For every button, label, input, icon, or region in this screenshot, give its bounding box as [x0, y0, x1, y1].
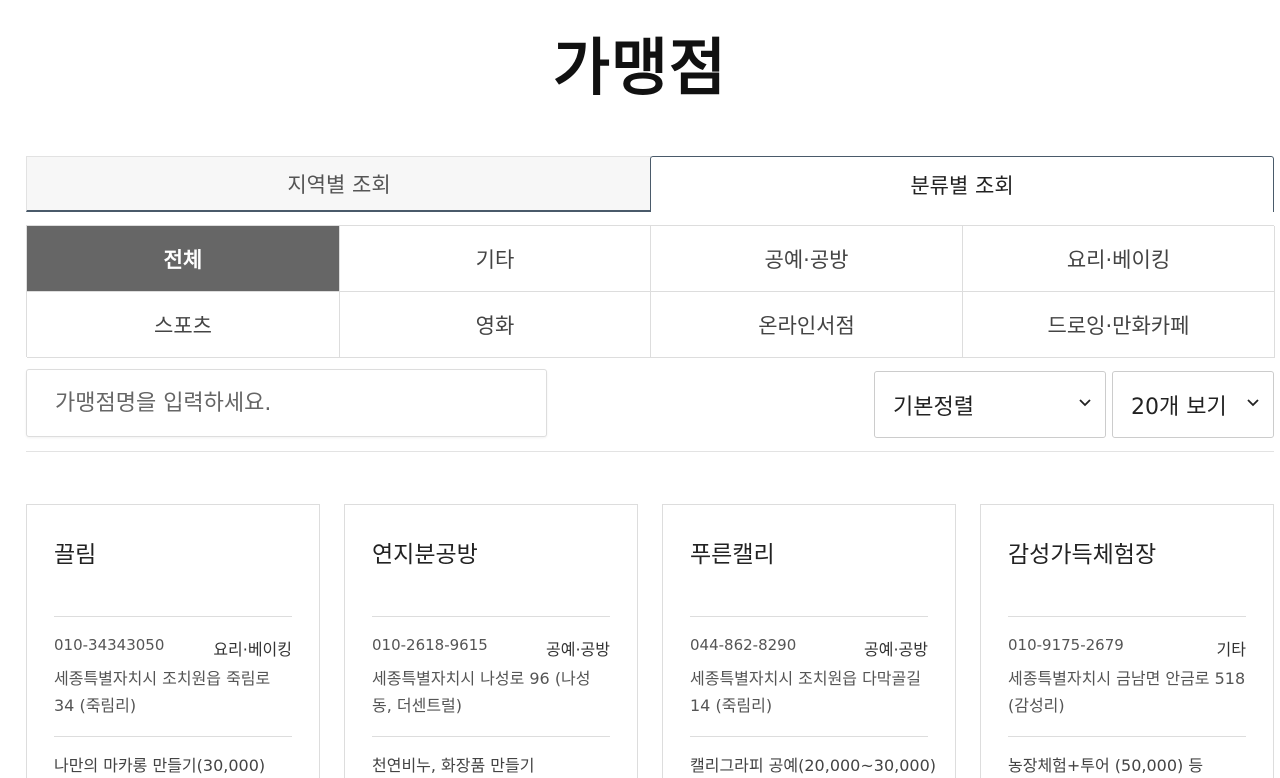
- store-name: 푸른캘리: [690, 542, 775, 568]
- store-name: 연지분공방: [372, 542, 478, 568]
- store-phone: 044-862-8290: [690, 636, 797, 654]
- category-all[interactable]: 전체: [27, 226, 340, 292]
- category-etc[interactable]: 기타: [340, 226, 651, 292]
- store-description: 농장체험+투어 (50,000) 등: [1008, 756, 1204, 775]
- sort-select[interactable]: 기본정렬: [874, 371, 1106, 438]
- card-divider: [54, 736, 292, 737]
- store-card[interactable]: 끌림 010-34343050 요리·베이킹 세종특별자치시 조치원읍 죽림로 …: [26, 504, 320, 778]
- store-category: 공예·공방: [864, 640, 928, 659]
- card-divider: [690, 616, 928, 617]
- store-category: 요리·베이킹: [213, 640, 292, 659]
- page-size-select-value: 20개 보기: [1131, 394, 1227, 420]
- store-description: 캘리그라피 공예(20,000~30,000): [690, 756, 936, 775]
- store-category: 공예·공방: [546, 640, 610, 659]
- card-divider: [372, 616, 610, 617]
- category-sports[interactable]: 스포츠: [27, 292, 340, 358]
- category-drawing-cafe[interactable]: 드로잉·만화카페: [963, 292, 1275, 358]
- store-address: 세종특별자치시 나성로 96 (나성동, 더센트럴): [372, 669, 591, 715]
- store-address: 세종특별자치시 조치원읍 다막골길 14 (죽림리): [690, 669, 921, 715]
- store-address: 세종특별자치시 금남면 안금로 518 (감성리): [1008, 669, 1246, 715]
- chevron-down-icon: [1079, 399, 1091, 407]
- store-phone: 010-2618-9615: [372, 636, 488, 654]
- category-craft[interactable]: 공예·공방: [651, 226, 963, 292]
- category-online-bookstore[interactable]: 온라인서점: [651, 292, 963, 358]
- store-name: 감성가득체험장: [1008, 542, 1157, 568]
- store-card[interactable]: 연지분공방 010-2618-9615 공예·공방 세종특별자치시 나성로 96…: [344, 504, 638, 778]
- view-tabs: 지역별 조회 분류별 조회: [26, 156, 1274, 212]
- store-card[interactable]: 푸른캘리 044-862-8290 공예·공방 세종특별자치시 조치원읍 다막골…: [662, 504, 956, 778]
- store-phone: 010-34343050: [54, 636, 165, 654]
- category-movie[interactable]: 영화: [340, 292, 651, 358]
- chevron-down-icon: [1247, 399, 1259, 407]
- card-divider: [54, 616, 292, 617]
- tab-category[interactable]: 분류별 조회: [650, 156, 1274, 212]
- card-divider: [690, 736, 928, 737]
- store-category: 기타: [1216, 640, 1246, 659]
- store-name: 끌림: [54, 542, 97, 568]
- category-cooking[interactable]: 요리·베이킹: [963, 226, 1275, 292]
- page-size-select[interactable]: 20개 보기: [1112, 371, 1274, 438]
- store-description: 나만의 마카롱 만들기(30,000): [54, 756, 266, 775]
- sort-select-value: 기본정렬: [893, 394, 974, 420]
- card-divider: [372, 736, 610, 737]
- store-phone: 010-9175-2679: [1008, 636, 1124, 654]
- store-address: 세종특별자치시 조치원읍 죽림로 34 (죽림리): [54, 669, 271, 715]
- store-description: 천연비누, 화장품 만들기: [372, 756, 535, 775]
- store-card[interactable]: 감성가득체험장 010-9175-2679 기타 세종특별자치시 금남면 안금로…: [980, 504, 1274, 778]
- divider: [26, 451, 1274, 452]
- page-title: 가맹점: [552, 31, 728, 104]
- card-divider: [1008, 616, 1246, 617]
- card-divider: [1008, 736, 1246, 737]
- category-grid: 전체 기타 공예·공방 요리·베이킹 스포츠 영화 온라인서점 드로잉·만화카페: [26, 225, 1275, 358]
- store-search-input[interactable]: [26, 369, 547, 437]
- tab-region[interactable]: 지역별 조회: [26, 156, 651, 212]
